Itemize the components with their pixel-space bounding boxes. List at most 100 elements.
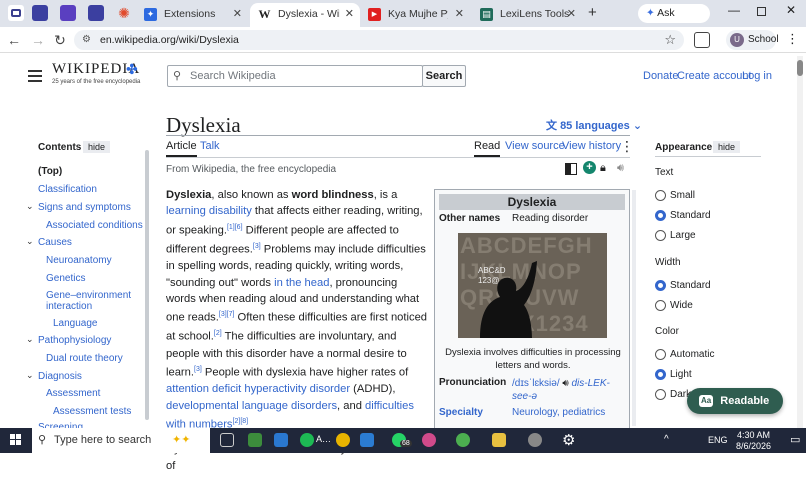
toc-item-genetics[interactable]: Genetics <box>46 273 85 284</box>
toc-item-assessment-tests[interactable]: Assessment tests <box>53 406 131 417</box>
store-icon[interactable] <box>248 433 262 447</box>
tools-menu-icon[interactable]: ⋮ <box>620 138 634 155</box>
ipa-link[interactable]: /dɪsˈlɛksiə/ <box>512 378 560 389</box>
reference[interactable]: [3] <box>194 366 202 373</box>
chrome-icon[interactable] <box>336 433 350 447</box>
outlook-icon[interactable] <box>274 433 288 447</box>
radio-color-automatic[interactable] <box>655 349 666 360</box>
windows-start-icon[interactable] <box>10 434 22 446</box>
close-tab-icon[interactable]: ✕ <box>345 3 354 25</box>
readable-button[interactable]: Aa Readable ⚙ <box>687 388 783 432</box>
radio-color-light[interactable] <box>655 369 666 380</box>
reload-icon[interactable]: ↻ <box>52 32 68 48</box>
create-account-link[interactable]: Create account <box>677 70 752 82</box>
tab-lexilens[interactable]: ▤ LexiLens Tools ✕ <box>472 3 582 27</box>
pinned-tab-app2-icon[interactable] <box>88 5 104 21</box>
forward-icon[interactable]: → <box>30 32 46 48</box>
search-button[interactable]: Search <box>422 65 466 87</box>
restore-icon[interactable] <box>757 7 766 16</box>
browser-menu-icon[interactable]: ⋮ <box>786 31 799 47</box>
clock[interactable]: 4:30 AM 8/6/2026 <box>736 430 771 452</box>
toc-item-assessment[interactable]: Assessment <box>46 388 100 399</box>
toc-item-top[interactable]: (Top) <box>38 166 62 177</box>
link-language-disorders[interactable]: developmental language disorders <box>166 400 337 412</box>
url-field[interactable]: ⚙ en.wikipedia.org/wiki/Dyslexia ☆ <box>74 30 684 50</box>
app-icon[interactable] <box>422 433 436 447</box>
plus-circle-icon[interactable]: + <box>583 161 596 174</box>
toc-hide-button[interactable]: hide <box>83 141 111 153</box>
lock-icon[interactable]: 🔒︎ <box>600 162 606 175</box>
toc-item-gene-env[interactable]: Gene–environment interaction <box>46 290 136 312</box>
task-view-icon[interactable] <box>220 433 234 447</box>
tab-youtube[interactable]: ▶ Kya Mujhe Pyar Hai ✕ <box>360 3 470 27</box>
toc-item-signs[interactable]: Signs and symptoms <box>38 202 131 213</box>
close-tab-icon[interactable]: ✕ <box>567 3 576 25</box>
site-info-icon[interactable]: ⚙ <box>82 30 91 50</box>
close-window-icon[interactable]: ✕ <box>786 3 796 17</box>
pinned-tab-app-icon[interactable] <box>32 5 48 21</box>
book-icon[interactable] <box>565 163 577 175</box>
pinned-tab-flower-icon[interactable]: ✺ <box>116 5 132 21</box>
language-indicator[interactable]: ENG <box>708 435 728 445</box>
reference[interactable]: [3][7] <box>219 311 235 318</box>
ask-gemini-button[interactable]: ✦ Ask Gemini <box>638 4 710 38</box>
toc-item-associated[interactable]: Associated conditions <box>46 220 143 231</box>
link-learning-disability[interactable]: learning disability <box>166 205 252 217</box>
back-icon[interactable]: ← <box>6 32 22 48</box>
toc-item-neuroanatomy[interactable]: Neuroanatomy <box>46 255 112 266</box>
chevron-down-icon[interactable]: ⌄ <box>26 201 34 212</box>
extensions-icon[interactable] <box>694 32 710 48</box>
specialty-label[interactable]: Specialty <box>439 407 483 418</box>
tray-chevron-icon[interactable]: ^ <box>664 434 669 445</box>
tab-list-icon[interactable] <box>8 5 24 21</box>
scroll-thumb[interactable] <box>797 60 803 76</box>
donate-link[interactable]: Donate <box>643 70 678 82</box>
radio-color-dark[interactable] <box>655 389 666 400</box>
radio-width-wide[interactable] <box>655 300 666 311</box>
new-tab-icon[interactable]: + <box>588 4 597 21</box>
spotify-icon[interactable] <box>300 433 314 447</box>
tab-view-source[interactable]: View source <box>505 140 565 152</box>
toc-item-dual-route[interactable]: Dual route theory <box>46 353 123 364</box>
notifications-icon[interactable]: ▭ <box>790 433 800 446</box>
tab-talk[interactable]: Talk <box>200 140 220 152</box>
chevron-down-icon[interactable]: ⌄ <box>26 334 34 345</box>
search-input[interactable]: ⚲ Search Wikipedia <box>167 65 423 87</box>
toc-item-causes[interactable]: Causes <box>38 237 72 248</box>
radio-width-standard[interactable] <box>655 280 666 291</box>
audio-icon[interactable]: 🔊︎ <box>617 162 624 175</box>
login-link[interactable]: Log in <box>742 70 772 82</box>
vscode-icon[interactable] <box>360 433 374 447</box>
toc-scrollbar[interactable] <box>145 150 149 420</box>
toc-item-diagnosis[interactable]: Diagnosis <box>38 371 82 382</box>
bookmark-star-icon[interactable]: ☆ <box>664 30 676 50</box>
toc-item-language[interactable]: Language <box>53 318 98 329</box>
app2-icon[interactable] <box>528 433 542 447</box>
reference[interactable]: [2][8] <box>233 418 249 425</box>
toc-item-classification[interactable]: Classification <box>38 184 97 195</box>
chevron-down-icon[interactable]: ⌄ <box>26 236 34 247</box>
chalkboard-image[interactable]: ABCDEFGH IJKLMNOP QRSTUVW X1234 ABC&D 12… <box>458 233 607 338</box>
link-adhd[interactable]: attention deficit hyperactivity disorder <box>166 383 350 395</box>
pinned-tab-team-icon[interactable] <box>60 5 76 21</box>
page-scrollbar[interactable] <box>797 56 803 428</box>
tab-dyslexia[interactable]: W Dyslexia - Wikipedia ✕ <box>250 3 360 27</box>
reference[interactable]: [3] <box>253 243 261 250</box>
tab-extensions[interactable]: ✦ Extensions ✕ <box>136 3 248 27</box>
chevron-down-icon[interactable]: ⌄ <box>26 370 34 381</box>
radio-text-standard[interactable] <box>655 210 666 221</box>
reference[interactable]: [1][6] <box>227 224 243 231</box>
speaker-icon[interactable]: 🔊︎ <box>562 378 568 389</box>
radio-text-small[interactable] <box>655 190 666 201</box>
taskbar-search[interactable]: ⚲ Type here to search ✦✦ <box>32 428 210 453</box>
radio-text-large[interactable] <box>655 230 666 241</box>
reference[interactable]: [2] <box>214 330 222 337</box>
main-menu-icon[interactable] <box>28 70 42 82</box>
settings-gear-icon[interactable]: ⚙ <box>562 431 575 449</box>
chrome-profile-icon[interactable] <box>456 433 470 447</box>
languages-button[interactable]: 文 85 languages ⌄ <box>546 117 642 133</box>
tab-read[interactable]: Read <box>474 140 501 157</box>
tab-article[interactable]: Article <box>166 140 197 157</box>
appearance-hide-button[interactable]: hide <box>713 141 741 153</box>
close-tab-icon[interactable]: ✕ <box>233 3 242 25</box>
